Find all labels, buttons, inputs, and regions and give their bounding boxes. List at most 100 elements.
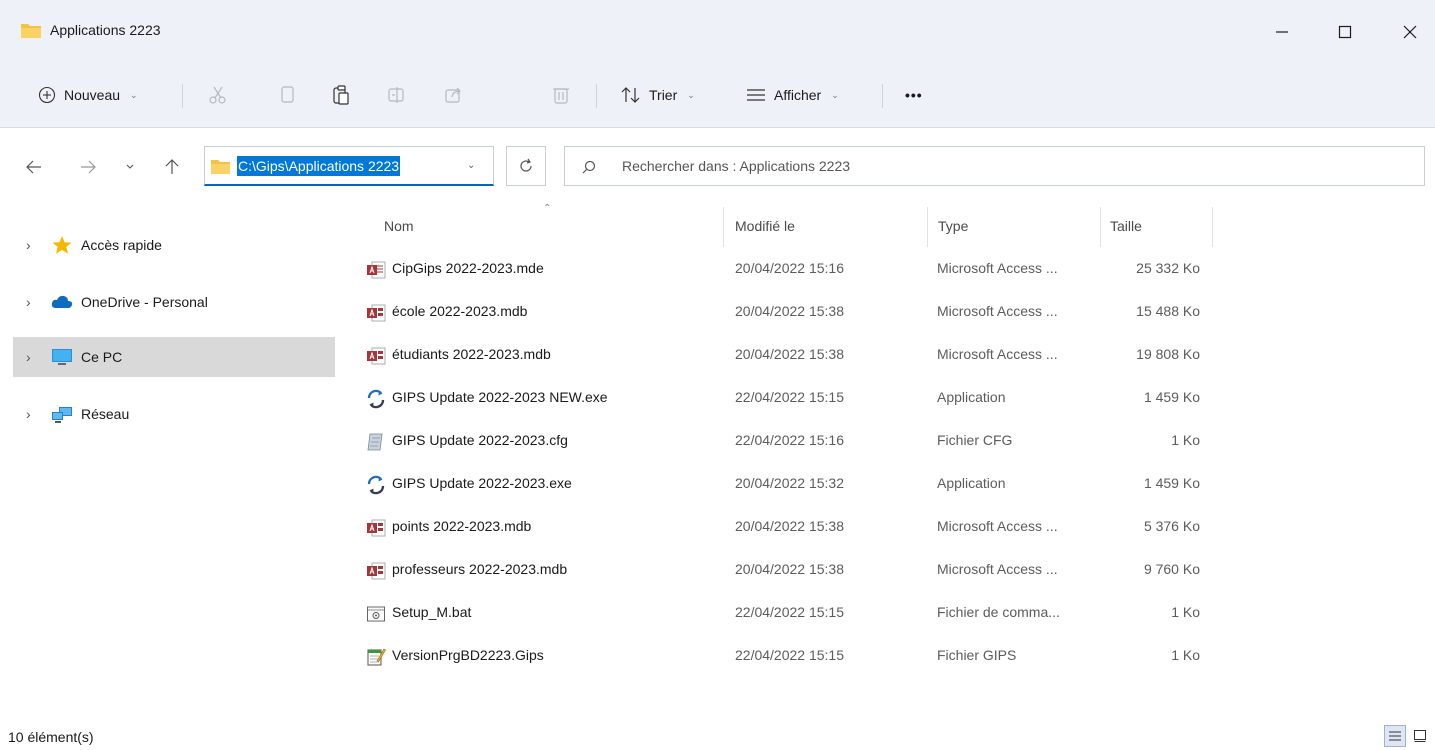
file-size: 25 332 Ko [1136, 260, 1200, 276]
network-icon [52, 407, 72, 423]
cut-icon [209, 86, 226, 104]
file-size: 1 459 Ko [1143, 475, 1200, 491]
paste-button[interactable] [328, 82, 354, 108]
more-options-button[interactable]: ••• [905, 78, 923, 112]
access-mdb-icon [367, 347, 386, 365]
arrow-up-icon [165, 159, 179, 174]
file-type: Microsoft Access ... [937, 346, 1058, 362]
file-list: ⌃ Nom Modifié le Type Taille CipGips 202… [340, 203, 1435, 723]
file-name: Setup_M.bat [392, 604, 472, 620]
arrow-right-icon [81, 160, 96, 174]
more-icon: ••• [905, 87, 923, 103]
file-row[interactable]: CipGips 2022-2023.mde 20/04/2022 15:16 M… [340, 249, 1435, 292]
maximize-icon [1338, 25, 1352, 39]
new-button[interactable]: Nouveau ⌄ [38, 78, 138, 112]
tiles-view-button[interactable] [1409, 725, 1431, 747]
sidebar-item-quick-access[interactable]: › Accès rapide [13, 225, 335, 265]
rename-button[interactable] [384, 82, 410, 108]
file-type: Fichier de comma... [937, 604, 1060, 620]
up-button[interactable] [160, 155, 184, 179]
file-row[interactable]: Setup_M.bat 22/04/2022 15:15 Fichier de … [340, 593, 1435, 636]
file-modified: 20/04/2022 15:38 [735, 346, 844, 362]
file-row[interactable]: VersionPrgBD2223.Gips 22/04/2022 15:15 F… [340, 636, 1435, 679]
file-type: Fichier GIPS [937, 647, 1017, 663]
sidebar-item-label: Réseau [81, 406, 130, 422]
folder-icon [211, 160, 230, 174]
file-row[interactable]: GIPS Update 2022-2023.exe 20/04/2022 15:… [340, 464, 1435, 507]
file-size: 19 808 Ko [1136, 346, 1200, 362]
minimize-icon [1276, 31, 1288, 33]
share-button[interactable] [441, 82, 467, 108]
file-name: CipGips 2022-2023.mde [392, 260, 544, 276]
file-type: Fichier CFG [937, 432, 1013, 448]
sort-label: Trier [649, 87, 678, 103]
chevron-right-icon[interactable]: › [26, 237, 31, 253]
sidebar-item-label: Accès rapide [81, 237, 162, 253]
sort-button[interactable]: Trier ⌄ [621, 78, 695, 112]
column-divider[interactable] [723, 207, 724, 247]
minimize-button[interactable] [1262, 14, 1302, 50]
file-name: étudiants 2022-2023.mdb [392, 346, 551, 362]
file-name: école 2022-2023.mdb [392, 303, 528, 319]
file-modified: 20/04/2022 15:32 [735, 475, 844, 491]
copy-icon [281, 86, 294, 103]
star-icon [52, 236, 72, 254]
cut-button[interactable] [205, 82, 231, 108]
details-view-button[interactable] [1384, 725, 1406, 747]
file-row[interactable]: étudiants 2022-2023.mdb 20/04/2022 15:38… [340, 335, 1435, 378]
chevron-right-icon[interactable]: › [26, 406, 31, 422]
file-name: points 2022-2023.mdb [392, 518, 532, 534]
back-button[interactable] [22, 155, 46, 179]
command-bar: Nouveau ⌄ Trier ⌄ Afficher ⌄ ••• [0, 62, 1435, 128]
file-row[interactable]: GIPS Update 2022-2023 NEW.exe 22/04/2022… [340, 378, 1435, 421]
sidebar-item-label: OneDrive - Personal [81, 294, 208, 310]
refresh-icon [520, 158, 532, 172]
column-header-size[interactable]: Taille [1110, 203, 1210, 249]
file-row[interactable]: professeurs 2022-2023.mdb 20/04/2022 15:… [340, 550, 1435, 593]
file-row[interactable]: GIPS Update 2022-2023.cfg 22/04/2022 15:… [340, 421, 1435, 464]
chevron-down-icon: ⌄ [687, 89, 695, 100]
copy-button[interactable] [274, 82, 300, 108]
share-icon [445, 87, 461, 103]
file-row[interactable]: points 2022-2023.mdb 20/04/2022 15:38 Mi… [340, 507, 1435, 550]
navigation-pane: › Accès rapide › OneDrive - Personal › C… [0, 203, 340, 723]
column-header-modified[interactable]: Modifié le [735, 203, 925, 249]
sidebar-item-label: Ce PC [81, 349, 123, 365]
sidebar-item-onedrive[interactable]: › OneDrive - Personal [13, 282, 335, 322]
file-type: Microsoft Access ... [937, 260, 1058, 276]
chevron-right-icon[interactable]: › [26, 349, 31, 365]
column-divider[interactable] [1212, 207, 1213, 247]
close-icon [1403, 25, 1417, 39]
file-row[interactable]: école 2022-2023.mdb 20/04/2022 15:38 Mic… [340, 292, 1435, 335]
file-size: 1 Ko [1171, 432, 1200, 448]
cloud-icon [51, 295, 73, 308]
file-type: Application [937, 389, 1006, 405]
refresh-button[interactable] [506, 146, 546, 186]
delete-button[interactable] [548, 82, 574, 108]
address-bar[interactable]: C:\Gips\Applications 2223 ⌄ [204, 146, 494, 186]
file-size: 5 376 Ko [1143, 518, 1200, 534]
column-header-name[interactable]: Nom [384, 203, 722, 249]
column-header-label: Type [938, 218, 969, 234]
address-text[interactable]: C:\Gips\Applications 2223 [237, 156, 401, 176]
delete-icon [553, 88, 569, 104]
search-field[interactable]: Rechercher dans : Applications 2223 [564, 146, 1425, 186]
column-divider[interactable] [1100, 207, 1101, 247]
column-divider[interactable] [927, 207, 928, 247]
file-name: professeurs 2022-2023.mdb [392, 561, 568, 577]
column-header-type[interactable]: Type [938, 203, 1098, 249]
chevron-down-icon[interactable]: ⌄ [467, 160, 475, 171]
file-size: 1 Ko [1171, 647, 1200, 663]
recent-locations-button[interactable] [118, 155, 142, 179]
chevron-right-icon[interactable]: › [26, 294, 31, 310]
forward-button[interactable] [76, 155, 100, 179]
view-label: Afficher [774, 87, 822, 103]
close-button[interactable] [1390, 14, 1430, 50]
sidebar-item-network[interactable]: › Réseau [13, 394, 335, 434]
sort-icon [621, 87, 640, 103]
maximize-button[interactable] [1325, 14, 1365, 50]
view-button[interactable]: Afficher ⌄ [746, 78, 839, 112]
navigation-bar: C:\Gips\Applications 2223 ⌄ Rechercher d… [0, 129, 1435, 203]
update-app-icon [367, 389, 385, 409]
sidebar-item-this-pc[interactable]: › Ce PC [13, 337, 335, 377]
